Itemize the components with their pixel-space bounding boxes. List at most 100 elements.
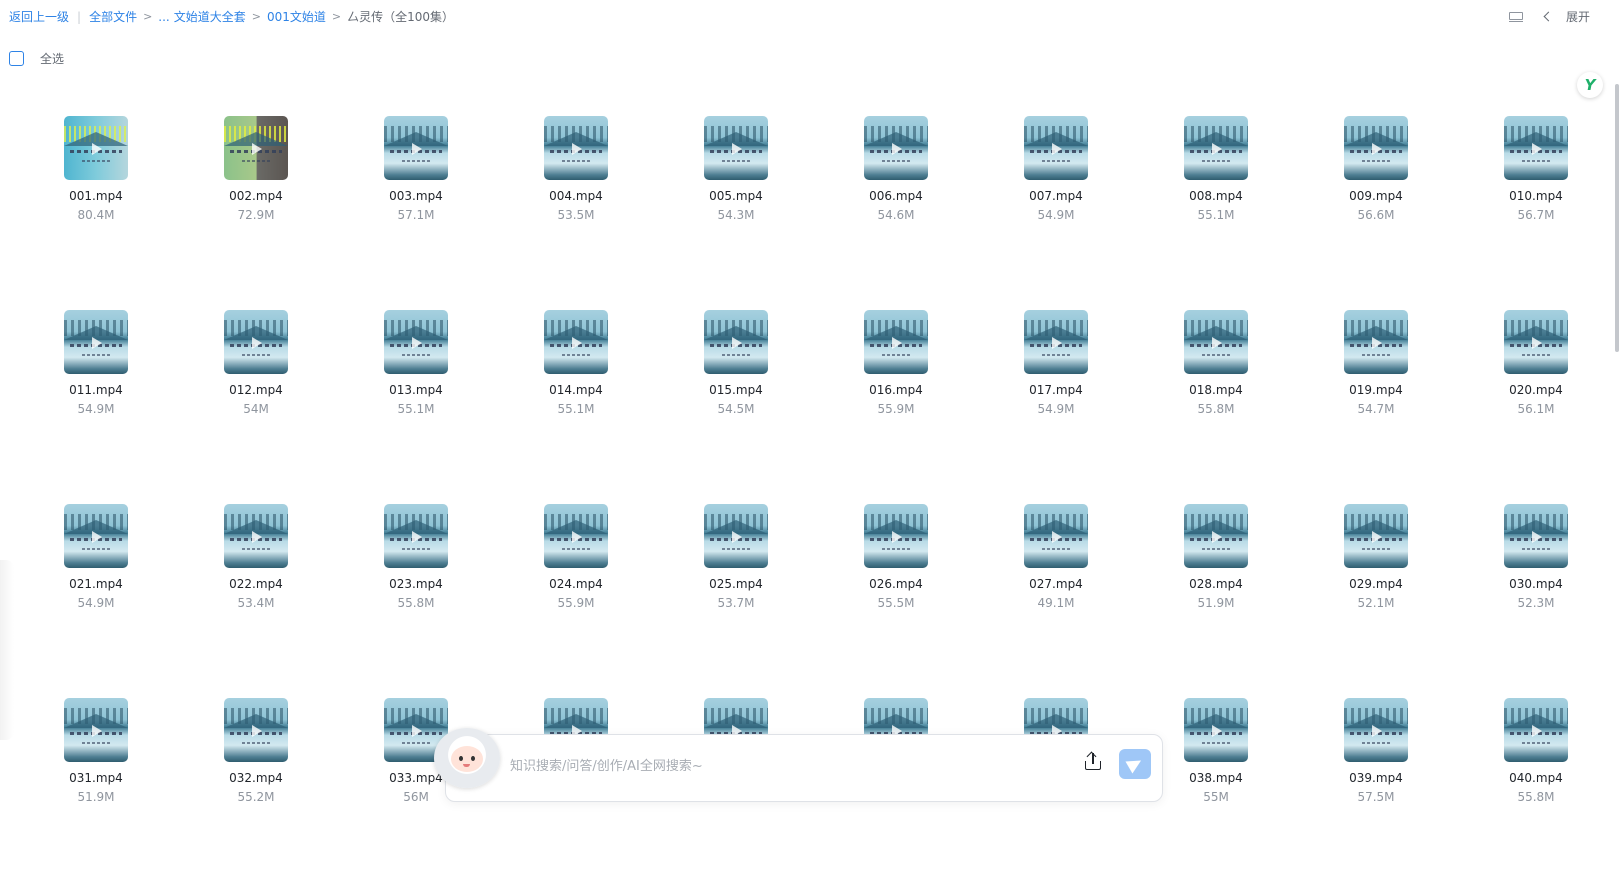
file-item[interactable]: 021.mp4 54.9M: [16, 504, 176, 698]
file-item[interactable]: 028.mp4 51.9M: [1136, 504, 1296, 698]
video-thumbnail[interactable]: [864, 310, 928, 374]
video-thumbnail[interactable]: [384, 310, 448, 374]
file-name[interactable]: 014.mp4: [549, 382, 603, 398]
file-item[interactable]: 022.mp4 53.4M: [176, 504, 336, 698]
file-item[interactable]: 030.mp4 52.3M: [1456, 504, 1616, 698]
video-thumbnail[interactable]: [704, 504, 768, 568]
file-name[interactable]: 030.mp4: [1509, 576, 1563, 592]
video-thumbnail[interactable]: [64, 310, 128, 374]
file-name[interactable]: 012.mp4: [229, 382, 283, 398]
ai-assistant-avatar[interactable]: [434, 728, 500, 788]
video-thumbnail[interactable]: [1504, 310, 1568, 374]
video-thumbnail[interactable]: [544, 116, 608, 180]
file-name[interactable]: 021.mp4: [69, 576, 123, 592]
file-name[interactable]: 004.mp4: [549, 188, 603, 204]
file-name[interactable]: 028.mp4: [1189, 576, 1243, 592]
video-thumbnail[interactable]: [1504, 504, 1568, 568]
video-thumbnail[interactable]: [1344, 116, 1408, 180]
file-item[interactable]: 039.mp4 57.5M: [1296, 698, 1456, 892]
file-item[interactable]: 013.mp4 55.1M: [336, 310, 496, 504]
video-thumbnail[interactable]: [1344, 698, 1408, 762]
file-name[interactable]: 007.mp4: [1029, 188, 1083, 204]
file-item[interactable]: 004.mp4 53.5M: [496, 116, 656, 310]
file-name[interactable]: 001.mp4: [69, 188, 123, 204]
video-thumbnail[interactable]: [1184, 504, 1248, 568]
file-name[interactable]: 023.mp4: [389, 576, 443, 592]
file-item[interactable]: 027.mp4 49.1M: [976, 504, 1136, 698]
video-thumbnail[interactable]: [704, 116, 768, 180]
video-thumbnail[interactable]: [384, 504, 448, 568]
file-name[interactable]: 033.mp4: [389, 770, 443, 786]
file-name[interactable]: 003.mp4: [389, 188, 443, 204]
file-item[interactable]: 032.mp4 55.2M: [176, 698, 336, 892]
video-thumbnail[interactable]: [64, 504, 128, 568]
video-thumbnail[interactable]: [1184, 310, 1248, 374]
file-item[interactable]: 009.mp4 56.6M: [1296, 116, 1456, 310]
video-thumbnail[interactable]: [544, 504, 608, 568]
file-name[interactable]: 006.mp4: [869, 188, 923, 204]
file-item[interactable]: 020.mp4 56.1M: [1456, 310, 1616, 504]
video-thumbnail[interactable]: [384, 116, 448, 180]
file-item[interactable]: 019.mp4 54.7M: [1296, 310, 1456, 504]
video-thumbnail[interactable]: [864, 116, 928, 180]
ai-search-input[interactable]: 知识搜索/问答/创作/AI全网搜索~: [510, 755, 703, 774]
file-item[interactable]: 007.mp4 54.9M: [976, 116, 1136, 310]
back-link[interactable]: 返回上一级: [9, 8, 69, 25]
upload-icon[interactable]: [1083, 751, 1103, 772]
video-thumbnail[interactable]: [1024, 504, 1088, 568]
app-badge-icon[interactable]: Y: [1577, 72, 1603, 98]
video-thumbnail[interactable]: [1184, 116, 1248, 180]
video-thumbnail[interactable]: [224, 504, 288, 568]
file-item[interactable]: 025.mp4 53.7M: [656, 504, 816, 698]
file-item[interactable]: 003.mp4 57.1M: [336, 116, 496, 310]
file-name[interactable]: 005.mp4: [709, 188, 763, 204]
file-item[interactable]: 016.mp4 55.9M: [816, 310, 976, 504]
file-item[interactable]: 011.mp4 54.9M: [16, 310, 176, 504]
video-thumbnail[interactable]: [1504, 116, 1568, 180]
video-thumbnail[interactable]: [224, 698, 288, 762]
video-thumbnail[interactable]: [1344, 310, 1408, 374]
file-name[interactable]: 038.mp4: [1189, 770, 1243, 786]
file-name[interactable]: 015.mp4: [709, 382, 763, 398]
file-name[interactable]: 025.mp4: [709, 576, 763, 592]
file-name[interactable]: 013.mp4: [389, 382, 443, 398]
file-name[interactable]: 026.mp4: [869, 576, 923, 592]
file-item[interactable]: 024.mp4 55.9M: [496, 504, 656, 698]
file-item[interactable]: 014.mp4 55.1M: [496, 310, 656, 504]
chevron-left-icon[interactable]: [1543, 11, 1554, 22]
file-item[interactable]: 005.mp4 54.3M: [656, 116, 816, 310]
file-name[interactable]: 024.mp4: [549, 576, 603, 592]
file-name[interactable]: 022.mp4: [229, 576, 283, 592]
file-name[interactable]: 027.mp4: [1029, 576, 1083, 592]
video-thumbnail[interactable]: [64, 116, 128, 180]
video-thumbnail[interactable]: [1504, 698, 1568, 762]
file-name[interactable]: 011.mp4: [69, 382, 123, 398]
breadcrumb-all-files[interactable]: 全部文件: [89, 8, 137, 25]
file-item[interactable]: 006.mp4 54.6M: [816, 116, 976, 310]
file-name[interactable]: 029.mp4: [1349, 576, 1403, 592]
select-all-checkbox[interactable]: [9, 51, 24, 66]
breadcrumb-folder-2[interactable]: 001文始道: [267, 8, 326, 25]
video-thumbnail[interactable]: [864, 504, 928, 568]
file-item[interactable]: 029.mp4 52.1M: [1296, 504, 1456, 698]
breadcrumb-folder-1[interactable]: 文始道大全套: [174, 8, 246, 25]
video-thumbnail[interactable]: [1344, 504, 1408, 568]
file-name[interactable]: 002.mp4: [229, 188, 283, 204]
video-thumbnail[interactable]: [704, 310, 768, 374]
expand-button[interactable]: 展开: [1566, 8, 1590, 25]
file-item[interactable]: 015.mp4 54.5M: [656, 310, 816, 504]
file-item[interactable]: 017.mp4 54.9M: [976, 310, 1136, 504]
breadcrumb-ellipsis[interactable]: ...: [158, 10, 169, 24]
video-thumbnail[interactable]: [544, 310, 608, 374]
file-name[interactable]: 017.mp4: [1029, 382, 1083, 398]
file-item[interactable]: 031.mp4 51.9M: [16, 698, 176, 892]
file-item[interactable]: 008.mp4 55.1M: [1136, 116, 1296, 310]
file-name[interactable]: 040.mp4: [1509, 770, 1563, 786]
file-item[interactable]: 040.mp4 55.8M: [1456, 698, 1616, 892]
file-name[interactable]: 039.mp4: [1349, 770, 1403, 786]
file-item[interactable]: 012.mp4 54M: [176, 310, 336, 504]
left-side-panel-edge[interactable]: [0, 560, 14, 740]
file-name[interactable]: 019.mp4: [1349, 382, 1403, 398]
send-button[interactable]: [1119, 749, 1151, 779]
video-thumbnail[interactable]: [1184, 698, 1248, 762]
